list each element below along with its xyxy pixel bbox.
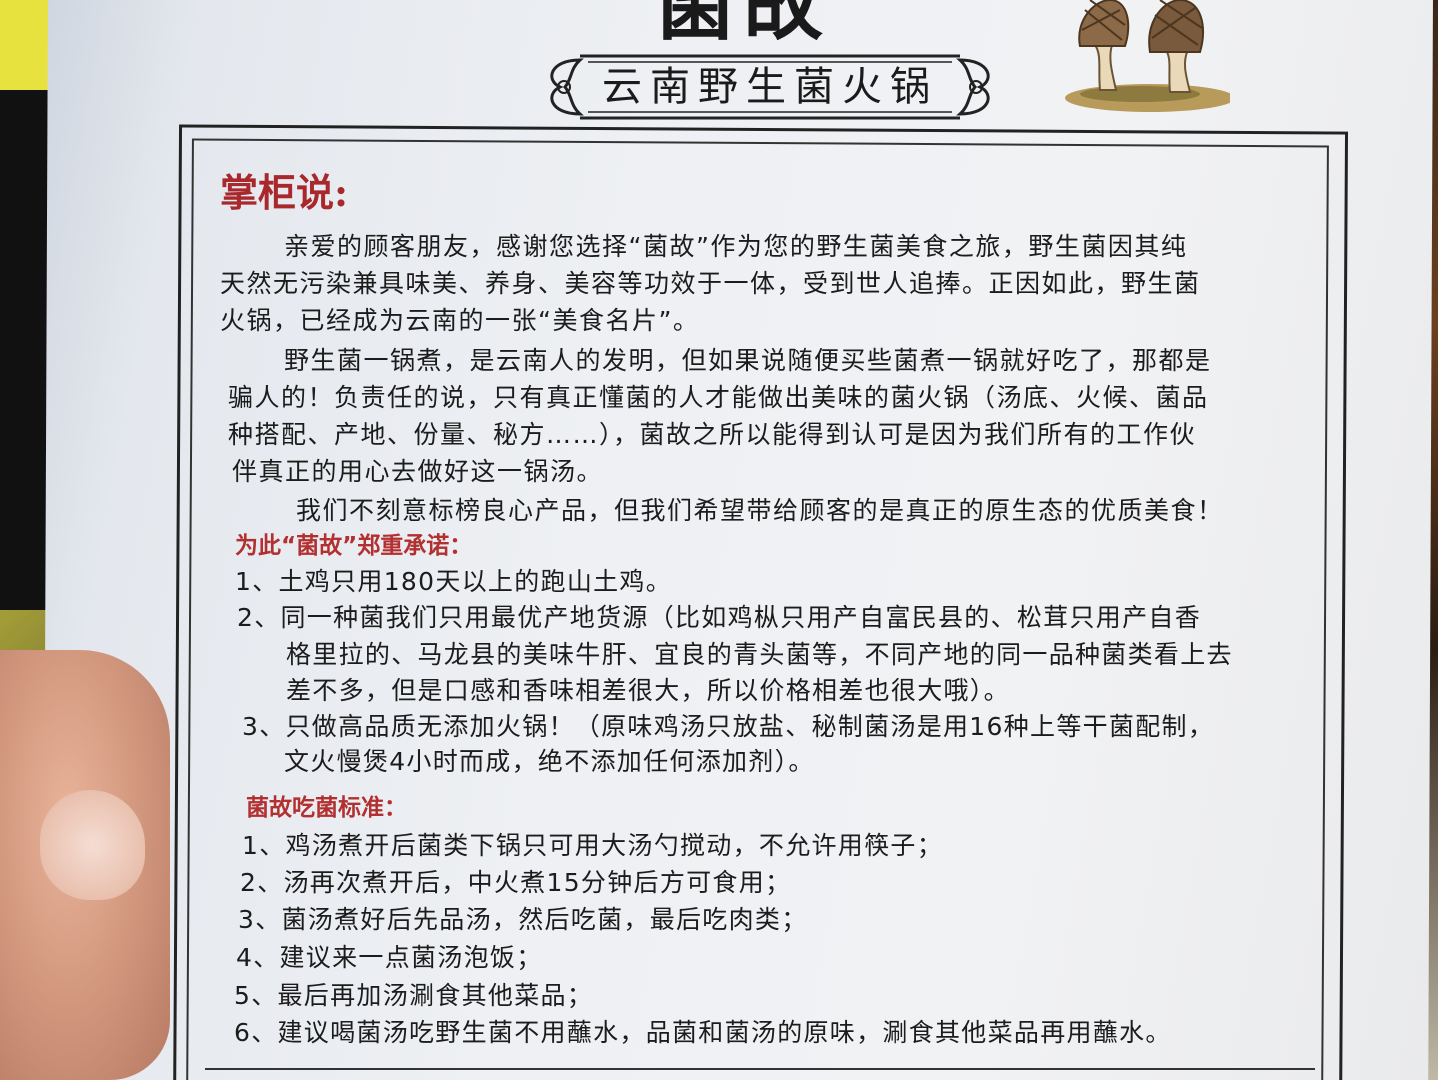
section-title-manager: 掌柜说: [220,170,349,215]
promise-item-2-line-3: 差不多，但是口感和香味相差很大，所以价格相差也很大哦）。 [286,676,1010,705]
standard-item-3: 3、菌汤煮好后先品汤，然后吃菌，最后吃肉类； [238,905,808,934]
paragraph-1: 亲爱的顾客朋友，感谢您选择“菌故”作为您的野生菌美食之旅，野生菌因其纯 天然无污… [220,228,1300,339]
promise-item-1: 1、土鸡只用180天以上的跑山土鸡。 [235,567,673,596]
promise-item-3-line-1: 3、只做高品质无添加火锅！（原味鸡汤只放盐、秘制菌汤是用16种上等干菌配制， [242,712,1215,741]
promise-item-3-line-2: 文火慢煲4小时而成，绝不添加任何添加剂）。 [284,747,815,776]
section-title-promise: 为此“菌故”郑重承诺： [235,533,473,559]
banner-title: 云南野生菌火锅 [602,64,938,110]
paragraph-3: 我们不刻意标榜良心产品，但我们希望带给顾客的是真正的原生态的优质美食！ [296,496,1224,525]
standard-item-1: 1、鸡汤煮开后菌类下锅只可用大汤勺搅动，不允许用筷子； [242,831,944,860]
standard-item-4: 4、建议来一点菌汤泡饭； [236,943,543,972]
frame-bottom-divider [205,1068,1315,1070]
standard-item-5: 5、最后再加汤涮食其他菜品； [234,981,594,1010]
photo-scene: 菌故 云南野生菌火锅 掌柜说: 亲爱的顾客朋友，感谢您选择“菌故”作为您的野生菌 [0,0,1438,1080]
morel-mushroom-icon [1065,0,1230,112]
brand-banner: 云南野生菌火锅 [540,50,1000,124]
paragraph-2-line-2: 骗人的！负责任的说，只有真正懂菌的人才能做出美味的菌火锅（汤底、火候、菌品 [228,383,1209,412]
promise-item-2-line-1: 2、同一种菌我们只用最优产地货源（比如鸡枞只用产自富民县的、松茸只用产自香 [237,603,1202,632]
paragraph-2-line-4: 伴真正的用心去做好这一锅汤。 [232,457,604,486]
paragraph-1-line-2: 天然无污染兼具味美、养身、美容等功效于一体，受到世人追捧。正因如此，野生菌 [220,269,1201,298]
promise-item-2-line-2: 格里拉的、马龙县的美味牛肝、宜良的青头菌等，不同产地的同一品种菌类看上去 [286,640,1233,669]
standard-item-6: 6、建议喝菌汤吃野生菌不用蘸水，品菌和菌汤的原味，涮食其他菜品再用蘸水。 [234,1018,1172,1047]
standard-item-2: 2、汤再次煮开后，中火煮15分钟后方可食用； [240,868,792,897]
paragraph-2-line-3: 种搭配、产地、份量、秘方……），菌故之所以能得到认可是因为我们所有的工作伙 [228,420,1197,449]
paragraph-1-line-3: 火锅，已经成为云南的一张“美食名片”。 [220,306,700,335]
paragraph-2-line-1: 野生菌一锅煮，是云南人的发明，但如果说随便买些菌煮一锅就好吃了，那都是 [284,346,1212,375]
paragraph-2: 野生菌一锅煮，是云南人的发明，但如果说随便买些菌煮一锅就好吃了，那都是 骗人的！… [220,342,1300,490]
thumb-nail [40,790,145,900]
section-title-standard: 菌故吃菌标准： [246,795,407,821]
paragraph-1-line-1: 亲爱的顾客朋友，感谢您选择“菌故”作为您的野生菌美食之旅，野生菌因其纯 [284,232,1188,261]
brand-logo: 菌故 [655,0,945,40]
